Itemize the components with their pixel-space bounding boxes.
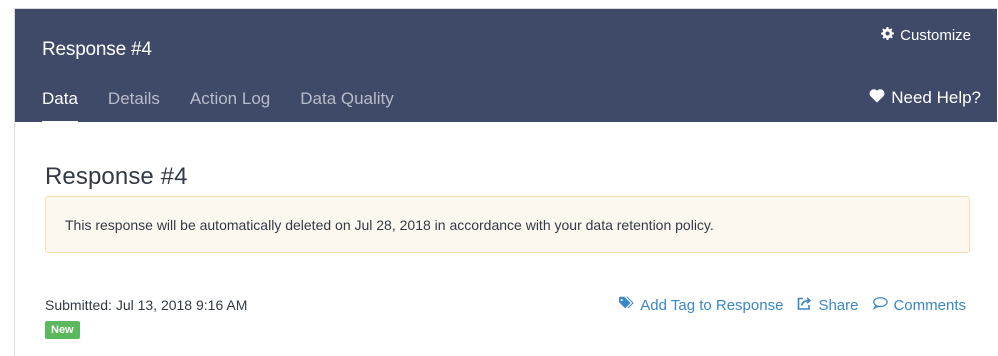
tab-details[interactable]: Details [108,89,160,109]
share-label: Share [818,296,859,314]
tab-action-log[interactable]: Action Log [190,89,270,109]
comments-button[interactable]: Comments [872,296,966,314]
header-title: Response #4 [42,39,152,60]
customize-label: Customize [900,27,971,44]
add-tag-button[interactable]: Add Tag to Response [619,296,783,314]
share-icon [797,296,813,314]
tab-data[interactable]: Data [42,89,78,124]
retention-alert-text: This response will be automatically dele… [65,217,714,233]
customize-button[interactable]: Customize [881,27,971,44]
add-tag-label: Add Tag to Response [640,296,784,314]
share-button[interactable]: Share [797,296,858,314]
response-actions: Add Tag to Response Share Comments [619,296,966,314]
status-badge: New [45,321,80,339]
submitted-timestamp: Submitted: Jul 13, 2018 9:16 AM [45,297,248,313]
gear-icon [881,27,895,44]
response-panel: Response #4 Customize Data Details Actio… [14,8,997,356]
need-help-button[interactable]: Need Help? [869,88,981,108]
page-title: Response #4 [45,163,188,190]
response-header: Response #4 Customize Data Details Actio… [15,9,997,124]
heart-icon [869,88,885,108]
comments-label: Comments [893,296,966,314]
tab-data-quality[interactable]: Data Quality [300,89,394,109]
need-help-label: Need Help? [891,88,981,107]
comment-icon [872,296,889,314]
response-tabs: Data Details Action Log Data Quality [42,89,394,124]
retention-alert: This response will be automatically dele… [45,196,970,253]
tags-icon [619,296,635,314]
